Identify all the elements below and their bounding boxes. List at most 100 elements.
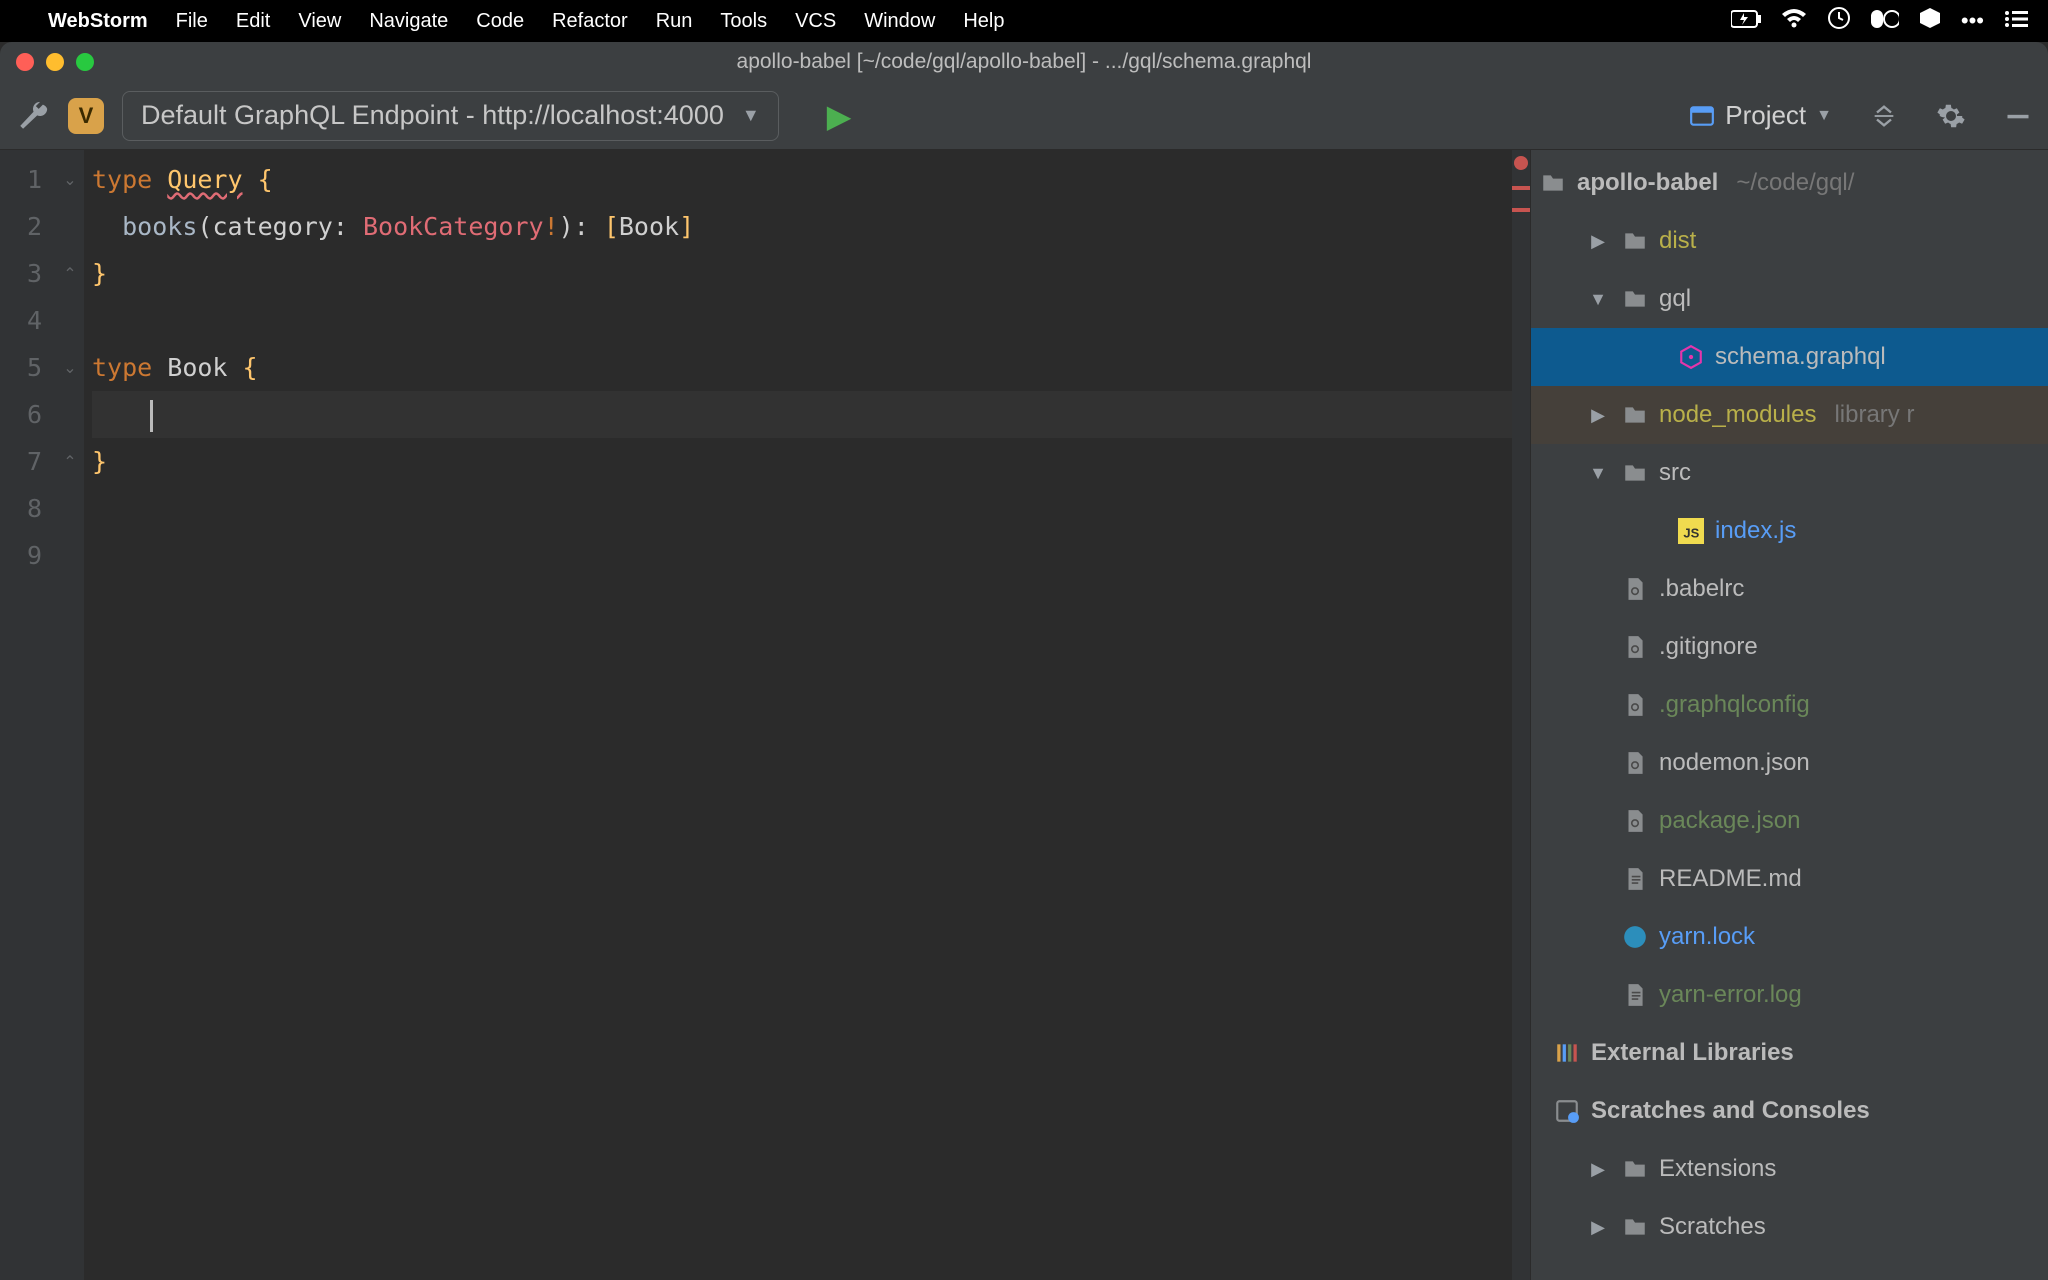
endpoint-selector[interactable]: Default GraphQL Endpoint - http://localh… xyxy=(122,91,779,141)
menu-refactor[interactable]: Refactor xyxy=(552,10,628,33)
fold-marker[interactable] xyxy=(56,297,84,344)
code-line[interactable] xyxy=(92,532,1530,579)
expand-arrow-icon[interactable] xyxy=(1585,405,1611,426)
code-line[interactable]: books(category: BookCategory!): [Book] xyxy=(92,203,1530,250)
fold-marker[interactable]: ⌄ xyxy=(56,156,84,203)
list-icon[interactable] xyxy=(2004,8,2028,34)
battery-icon[interactable] xyxy=(1731,8,1761,34)
tree-node-label: package.json xyxy=(1659,807,1800,835)
error-indicator-icon[interactable] xyxy=(1514,156,1528,170)
code-line[interactable] xyxy=(92,485,1530,532)
error-marker[interactable] xyxy=(1512,186,1530,190)
code-line[interactable]: } xyxy=(92,250,1530,297)
fold-marker[interactable] xyxy=(56,532,84,579)
wifi-icon[interactable] xyxy=(1781,8,1807,34)
tree-node[interactable]: .babelrc xyxy=(1531,560,2048,618)
menu-file[interactable]: File xyxy=(176,10,208,33)
expand-arrow-icon[interactable] xyxy=(1585,463,1611,484)
folder-icon xyxy=(1621,1156,1649,1182)
expand-arrow-icon[interactable] xyxy=(1585,1159,1611,1180)
text-caret xyxy=(150,400,153,432)
tree-node-label: Extensions xyxy=(1659,1155,1776,1183)
tree-node[interactable]: Scratches xyxy=(1531,1198,2048,1256)
line-number: 7 xyxy=(0,438,42,485)
tree-node[interactable]: schema.graphql xyxy=(1531,328,2048,386)
menu-tools[interactable]: Tools xyxy=(720,10,767,33)
chevron-down-icon: ▼ xyxy=(1816,107,1832,125)
line-number: 5 xyxy=(0,344,42,391)
wrench-icon[interactable] xyxy=(16,99,50,133)
menu-vcs[interactable]: VCS xyxy=(795,10,836,33)
expand-arrow-icon[interactable] xyxy=(1585,231,1611,252)
toolbox-icon[interactable] xyxy=(1919,7,1941,35)
tree-node[interactable]: nodemon.json xyxy=(1531,734,2048,792)
code-editor[interactable]: 123456789 ⌄ ⌃ ⌄ ⌃ type Query { books(catego… xyxy=(0,150,1530,1280)
collapse-icon[interactable] xyxy=(1870,102,1898,130)
tree-node[interactable]: dist xyxy=(1531,212,2048,270)
tree-node[interactable]: .graphqlconfig xyxy=(1531,676,2048,734)
tree-node[interactable]: yarn-error.log xyxy=(1531,966,2048,1024)
macos-menubar: WebStorm File Edit View Navigate Code Re… xyxy=(0,0,2048,42)
tree-node[interactable]: package.json xyxy=(1531,792,2048,850)
lib-icon xyxy=(1553,1040,1581,1066)
menu-window[interactable]: Window xyxy=(864,10,935,33)
controlcenter-icon[interactable] xyxy=(1871,8,1899,34)
menu-run[interactable]: Run xyxy=(656,10,693,33)
menu-help[interactable]: Help xyxy=(963,10,1004,33)
tree-node[interactable]: gql xyxy=(1531,270,2048,328)
project-view-selector[interactable]: Project ▼ xyxy=(1689,100,1832,131)
tree-node[interactable]: Extensions xyxy=(1531,1140,2048,1198)
expand-arrow-icon[interactable] xyxy=(1585,289,1611,310)
menu-navigate[interactable]: Navigate xyxy=(369,10,448,33)
code-line[interactable]: } xyxy=(92,438,1530,485)
line-number: 1 xyxy=(0,156,42,203)
tree-node[interactable]: README.md xyxy=(1531,850,2048,908)
tree-node-label: node_modules xyxy=(1659,401,1816,429)
fold-column[interactable]: ⌄ ⌃ ⌄ ⌃ xyxy=(56,150,84,1280)
tree-node[interactable]: Scratches and Consoles xyxy=(1531,1082,2048,1140)
fold-marker[interactable] xyxy=(56,485,84,532)
tree-node-label: .babelrc xyxy=(1659,575,1744,603)
error-marker[interactable] xyxy=(1512,208,1530,212)
tree-node[interactable]: JSindex.js xyxy=(1531,502,2048,560)
tree-node-label: External Libraries xyxy=(1591,1039,1794,1067)
tree-root-label: apollo-babel xyxy=(1577,169,1718,197)
menu-extra-icon[interactable]: ••• xyxy=(1961,8,1984,34)
error-stripe[interactable] xyxy=(1512,150,1530,1280)
run-button[interactable]: ▶ xyxy=(827,97,852,135)
fold-marker[interactable] xyxy=(56,391,84,438)
clock-icon[interactable] xyxy=(1827,6,1851,36)
tree-root-hint: ~/code/gql/ xyxy=(1736,169,1854,197)
minimize-panel-icon[interactable] xyxy=(2004,102,2032,130)
tree-node[interactable]: yarn.lock xyxy=(1531,908,2048,966)
code-area[interactable]: type Query { books(category: BookCategor… xyxy=(84,150,1530,1280)
tree-node[interactable]: External Libraries xyxy=(1531,1024,2048,1082)
tree-node-label: gql xyxy=(1659,285,1691,313)
tree-node-label: yarn.lock xyxy=(1659,923,1755,951)
fold-marker[interactable]: ⌃ xyxy=(56,250,84,297)
gear-icon[interactable] xyxy=(1936,101,1966,131)
menu-view[interactable]: View xyxy=(298,10,341,33)
fold-marker[interactable] xyxy=(56,203,84,250)
code-line[interactable]: type Query { xyxy=(92,156,1530,203)
tree-node[interactable]: .gitignore xyxy=(1531,618,2048,676)
fold-marker[interactable]: ⌃ xyxy=(56,438,84,485)
code-line[interactable] xyxy=(92,297,1530,344)
tree-node-label: .graphqlconfig xyxy=(1659,691,1810,719)
tree-node[interactable]: node_moduleslibrary r xyxy=(1531,386,2048,444)
menu-edit[interactable]: Edit xyxy=(236,10,270,33)
line-number: 9 xyxy=(0,532,42,579)
vcs-badge[interactable]: V xyxy=(68,98,104,134)
appname[interactable]: WebStorm xyxy=(48,10,148,33)
project-panel: apollo-babel ~/code/gql/dist gql schema.gra… xyxy=(1530,150,2048,1280)
tree-root[interactable]: apollo-babel ~/code/gql/ xyxy=(1531,154,2048,212)
project-tree[interactable]: apollo-babel ~/code/gql/dist gql schema.gra… xyxy=(1531,150,2048,1256)
line-gutter: 123456789 xyxy=(0,150,56,1280)
tree-node[interactable]: src xyxy=(1531,444,2048,502)
menu-code[interactable]: Code xyxy=(476,10,524,33)
expand-arrow-icon[interactable] xyxy=(1585,1217,1611,1238)
code-line[interactable] xyxy=(92,391,1530,438)
tree-node-label: nodemon.json xyxy=(1659,749,1810,777)
code-line[interactable]: type Book { xyxy=(92,344,1530,391)
fold-marker[interactable]: ⌄ xyxy=(56,344,84,391)
